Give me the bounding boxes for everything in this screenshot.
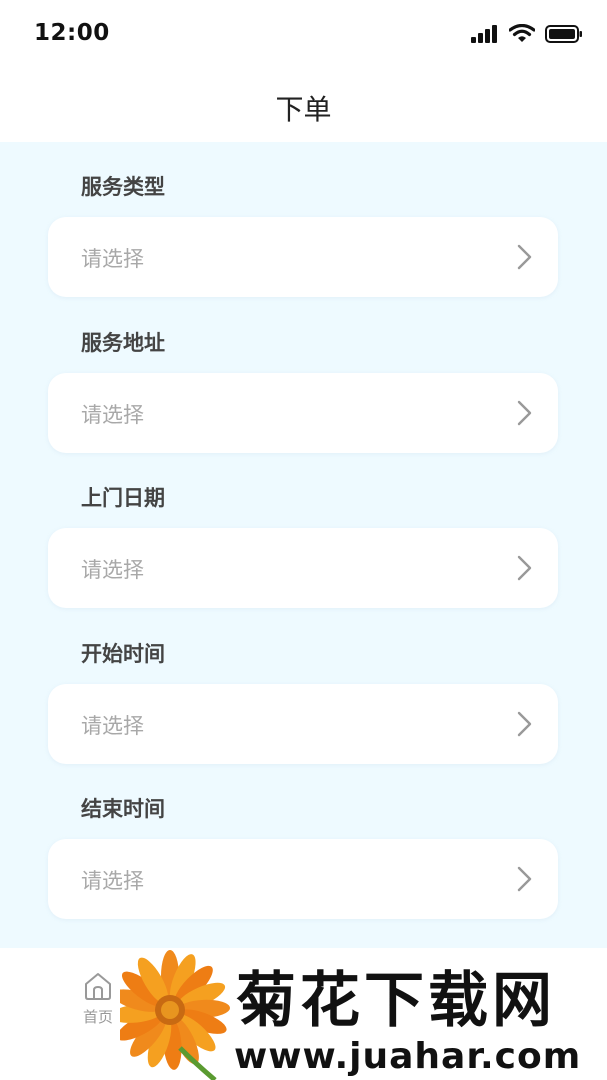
chevron-right-icon [517,711,532,737]
service-address-placeholder: 请选择 [81,403,144,427]
wifi-icon [509,24,535,42]
service-type-placeholder: 请选择 [81,247,144,271]
watermark: 菊花下载网 www.juahar.com [120,948,607,1080]
nav-bar: 下单 [0,70,607,142]
chevron-right-icon [517,400,532,426]
watermark-url: www.juahar.com [234,1036,582,1077]
start-time-select[interactable]: 请选择 [48,684,558,764]
watermark-title: 菊花下载网 [236,966,556,1036]
tab-home-label: 首页 [82,1008,113,1026]
battery-icon [545,24,582,43]
signal-icon [471,24,497,43]
status-icons [471,24,583,43]
order-form: 服务类型 请选择 服务地址 请选择 上门日期 请选择 开始时间 请选择 结束时间… [0,142,607,948]
end-time-placeholder: 请选择 [81,869,144,893]
start-time-label: 开始时间 [81,642,165,666]
service-type-select[interactable]: 请选择 [48,217,558,297]
service-address-select[interactable]: 请选择 [48,373,558,453]
visit-date-select[interactable]: 请选择 [48,528,558,608]
chevron-right-icon [517,555,532,581]
chevron-right-icon [517,244,532,270]
home-icon [85,973,111,1000]
end-time-select[interactable]: 请选择 [48,839,558,919]
status-time: 12:00 [34,20,110,46]
service-type-label: 服务类型 [81,175,165,199]
service-address-label: 服务地址 [81,331,165,355]
chevron-right-icon [517,866,532,892]
end-time-label: 结束时间 [81,797,165,821]
visit-date-label: 上门日期 [81,486,165,510]
tab-home[interactable]: 首页 [78,972,118,1027]
visit-date-placeholder: 请选择 [81,558,144,582]
status-bar: 12:00 [0,0,607,70]
start-time-placeholder: 请选择 [81,714,144,738]
flower-logo [120,950,230,1080]
page-title: 下单 [275,93,332,126]
